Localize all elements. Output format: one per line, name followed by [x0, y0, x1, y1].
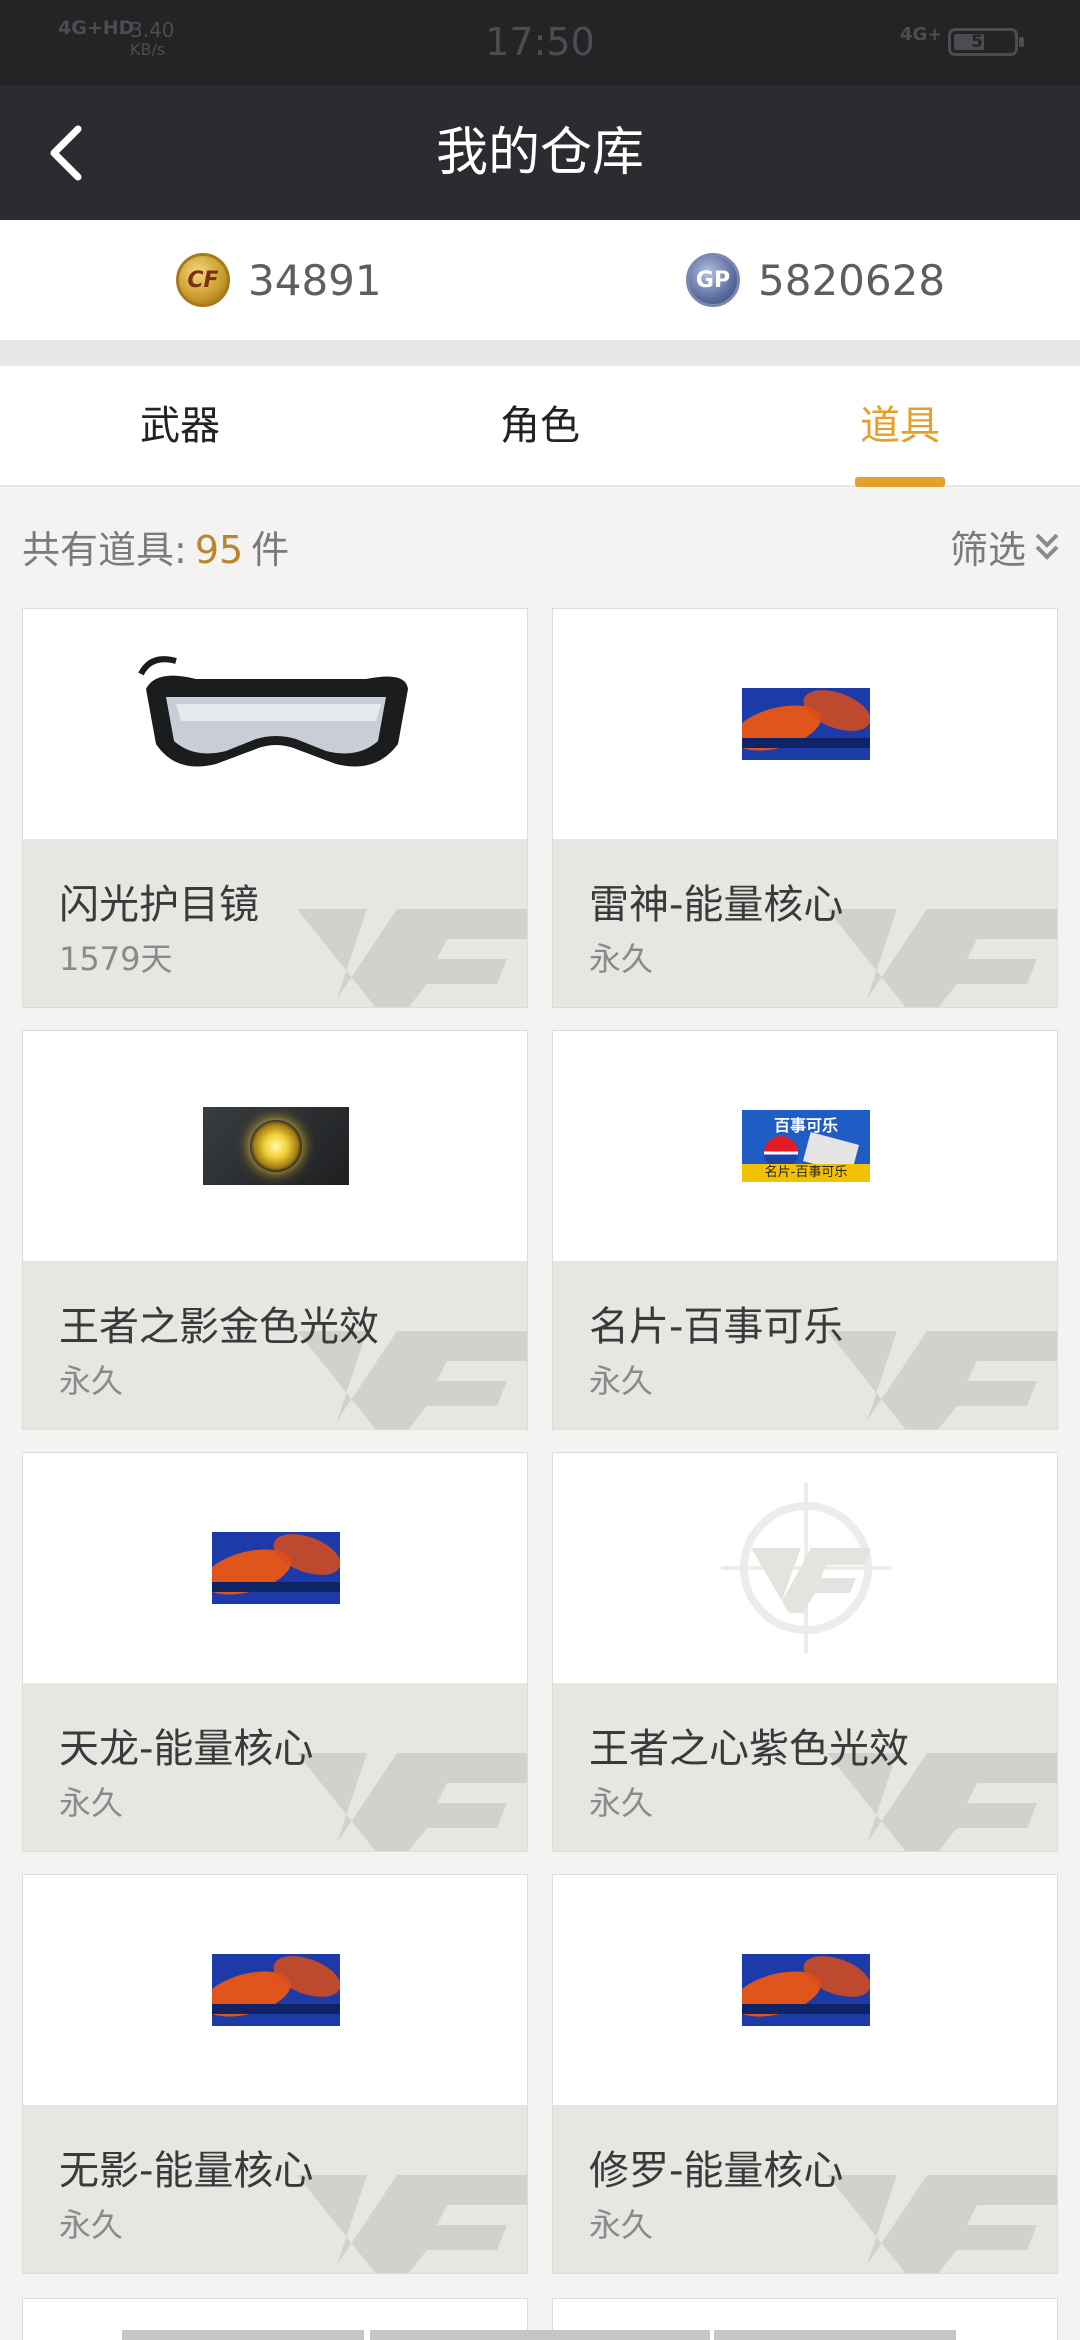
header-bar: 我的仓库 — [0, 85, 1080, 220]
page-title: 我的仓库 — [435, 123, 644, 183]
item-duration: 永久 — [589, 940, 654, 978]
tab-characters[interactable]: 角色 — [440, 366, 640, 487]
item-count-suffix: 件 — [251, 528, 290, 572]
item-card[interactable]: 修罗-能量核心 永久 — [552, 1874, 1058, 2274]
item-name: 无影-能量核心 — [59, 2148, 314, 2194]
gp-coin-label: GP — [695, 267, 731, 293]
item-card[interactable]: 天龙-能量核心 永久 — [22, 1452, 528, 1852]
battery-level: 50 — [971, 32, 995, 52]
battery-icon: 50 — [948, 28, 1024, 56]
gp-coin-icon: GP — [686, 253, 740, 307]
tab-label: 武器 — [140, 403, 220, 449]
item-name: 天龙-能量核心 — [59, 1726, 314, 1772]
item-name: 名片-百事可乐 — [589, 1304, 844, 1350]
item-thumbnail — [553, 1453, 1057, 1683]
cf-watermark-icon — [827, 909, 1057, 1007]
goggles-icon — [138, 656, 408, 767]
network-type-right: 4G+ — [900, 24, 943, 45]
cf-coin-icon: CF — [176, 253, 230, 307]
double-chevron-down-icon — [1035, 533, 1059, 560]
filter-button[interactable]: 筛选 — [950, 519, 1062, 574]
item-thumbnail — [23, 1453, 527, 1683]
item-card[interactable]: 雷神-能量核心 永久 — [552, 608, 1058, 1008]
cf-watermark-icon — [827, 1331, 1057, 1429]
cf-points: CF 34891 — [176, 250, 382, 310]
item-name: 雷神-能量核心 — [589, 882, 844, 928]
status-bar: 4G+HD 3.40 KB/s 17:50 4G+ 50 — [0, 0, 1080, 85]
cf-coin-label: CF — [187, 267, 219, 293]
cf-watermark-icon — [297, 2175, 527, 2273]
item-card[interactable]: 王者之影金色光效 永久 — [22, 1030, 528, 1430]
item-duration: 1579天 — [59, 940, 173, 978]
energy-core-icon — [212, 1954, 340, 2026]
cf-placeholder-icon — [721, 1483, 891, 1653]
active-tab-indicator — [855, 477, 945, 487]
section-divider — [0, 340, 1080, 366]
item-count-prefix: 共有道具: — [22, 528, 187, 572]
gp-points-value: 5820628 — [758, 255, 946, 305]
pepsi-card-icon: 百事可乐 名片-百事可乐 — [742, 1110, 870, 1182]
item-card[interactable]: 王者之心紫色光效 永久 — [552, 1452, 1058, 1852]
gold-effect-icon — [203, 1107, 349, 1185]
tab-weapons[interactable]: 武器 — [80, 366, 280, 487]
thumbnail-edge — [122, 2330, 364, 2340]
energy-core-icon — [742, 1954, 870, 2026]
item-name: 闪光护目镜 — [59, 882, 259, 928]
energy-core-icon — [212, 1532, 340, 1604]
item-card[interactable]: 无影-能量核心 永久 — [22, 1874, 528, 2274]
thumbnail-edge — [714, 2330, 956, 2340]
item-duration: 永久 — [589, 1362, 654, 1400]
currency-row: CF 34891 GP 5820628 — [0, 220, 1080, 340]
cf-watermark-icon — [297, 1753, 527, 1851]
category-tabs: 武器 角色 道具 — [0, 366, 1080, 487]
tab-items[interactable]: 道具 — [800, 366, 1000, 487]
cf-watermark-icon — [297, 909, 527, 1007]
item-thumbnail — [553, 609, 1057, 839]
thumbnail-edge — [370, 2330, 710, 2340]
tab-label: 道具 — [860, 403, 940, 449]
energy-core-icon — [742, 688, 870, 760]
cf-points-value: 34891 — [248, 255, 382, 305]
item-count-label: 共有道具: 95 件 — [22, 519, 289, 574]
filter-label: 筛选 — [949, 528, 1026, 572]
item-thumbnail — [23, 1875, 527, 2105]
item-duration: 永久 — [589, 2206, 654, 2244]
item-card[interactable]: 百事可乐 名片-百事可乐 名片-百事可乐 永久 — [552, 1030, 1058, 1430]
item-name: 王者之心紫色光效 — [589, 1726, 909, 1772]
item-thumbnail — [23, 609, 527, 839]
next-row-peek — [22, 2298, 1058, 2340]
item-card[interactable]: 闪光护目镜 1579天 — [22, 608, 528, 1008]
item-name: 王者之影金色光效 — [59, 1304, 379, 1350]
gp-points: GP 5820628 — [686, 250, 945, 310]
item-duration: 永久 — [59, 1362, 124, 1400]
cf-watermark-icon — [827, 2175, 1057, 2273]
item-thumbnail — [553, 1875, 1057, 2105]
item-duration: 永久 — [59, 1784, 124, 1822]
inventory-summary: 共有道具: 95 件 筛选 — [0, 489, 1080, 599]
item-thumbnail: 百事可乐 名片-百事可乐 — [553, 1031, 1057, 1261]
item-duration: 永久 — [59, 2206, 124, 2244]
item-duration: 永久 — [589, 1784, 654, 1822]
item-name: 修罗-能量核心 — [589, 2148, 844, 2194]
tab-label: 角色 — [500, 403, 580, 449]
item-thumbnail — [23, 1031, 527, 1261]
item-count: 95 — [194, 528, 244, 572]
